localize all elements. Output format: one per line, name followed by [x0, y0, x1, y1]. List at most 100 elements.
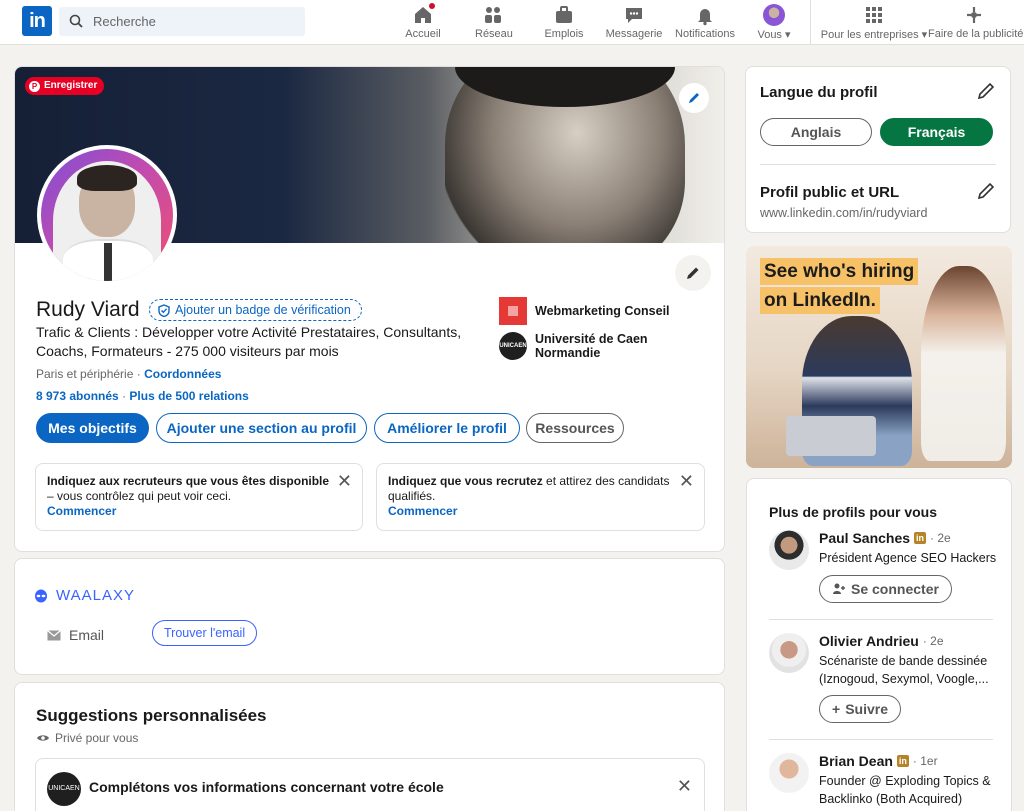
avatar[interactable] — [769, 633, 809, 673]
more-profiles-title: Plus de profils pour vous — [769, 504, 938, 520]
profile-settings-card: Langue du profil Anglais Français Profil… — [745, 66, 1011, 233]
profile-location: Paris et périphérie — [36, 367, 134, 381]
profile-name[interactable]: Paul Sanches — [819, 530, 910, 546]
top-navigation: in Accueil Réseau Emplois Messagerie Not… — [0, 0, 1024, 45]
university-logo-icon: UNICAEN — [47, 772, 81, 806]
language-english-button[interactable]: Anglais — [760, 118, 872, 146]
connect-button[interactable]: Se connecter — [819, 575, 952, 603]
open-to-work-title: Indiquez aux recruteurs que vous êtes di… — [47, 474, 330, 488]
ad-headline-line1: See who's hiring — [760, 258, 919, 285]
follow-button[interactable]: + Suivre — [819, 695, 901, 723]
avatar[interactable] — [769, 753, 809, 793]
suggestion-item[interactable]: UNICAEN Complétons vos informations conc… — [35, 758, 705, 811]
open-to-work-start-link[interactable]: Commencer — [47, 504, 332, 519]
nav-advertise[interactable]: Faire de la publicité — [928, 4, 1023, 42]
followers-link[interactable]: 8 973 abonnés — [36, 389, 119, 403]
connection-degree: · 2e — [922, 634, 944, 648]
improve-profile-button[interactable]: Améliorer le profil — [374, 413, 520, 443]
profile-headline: Trafic & Clients : Développer votre Acti… — [36, 324, 462, 359]
envelope-icon — [47, 629, 61, 640]
nav-messaging[interactable]: Messagerie — [605, 4, 663, 42]
nav-home[interactable]: Accueil — [405, 1, 441, 42]
close-icon[interactable]: ✕ — [677, 776, 692, 797]
pencil-icon — [687, 267, 699, 279]
pinterest-icon: P — [29, 80, 40, 92]
public-profile-url[interactable]: www.linkedin.com/in/rudyviard — [760, 206, 927, 220]
nav-jobs[interactable]: Emplois — [544, 4, 584, 42]
pencil-icon[interactable] — [976, 181, 996, 201]
linkedin-logo-icon[interactable]: in — [22, 6, 52, 36]
profile-language-title: Langue du profil — [760, 84, 878, 101]
add-verification-badge-button[interactable]: Ajouter un badge de vérification — [149, 299, 362, 321]
separator-dot: · — [136, 367, 141, 381]
separator-dot: · — [122, 389, 127, 403]
profile-name[interactable]: Brian Dean — [819, 753, 893, 769]
resources-button[interactable]: Ressources — [526, 413, 624, 443]
private-notice: Privé pour vous — [36, 731, 138, 745]
ad-person-photo — [921, 266, 1006, 461]
nav-messaging-label: Messagerie — [605, 28, 663, 40]
connection-degree: · 2e — [930, 531, 951, 545]
nav-notifications[interactable]: Notifications — [674, 4, 736, 42]
search-icon — [69, 14, 83, 28]
more-profiles-card: Plus de profils pour vous Paul Sanches i… — [746, 478, 1012, 811]
university-logo-icon: UNICAEN — [499, 332, 527, 360]
open-to-work-card: Indiquez aux recruteurs que vous êtes di… — [35, 463, 363, 531]
shield-check-icon — [158, 303, 170, 317]
experience-company[interactable]: Webmarketing Conseil — [499, 297, 670, 325]
chevron-down-icon: ▾ — [921, 29, 928, 41]
language-french-button[interactable]: Français — [880, 118, 993, 146]
verify-badge-label: Ajouter un badge de vérification — [175, 303, 351, 317]
hiring-start-link[interactable]: Commencer — [388, 504, 674, 519]
find-email-button[interactable]: Trouver l'email — [152, 620, 258, 646]
grid-icon — [863, 4, 885, 26]
connect-button-label: Se connecter — [851, 581, 939, 597]
pencil-icon[interactable] — [976, 81, 996, 101]
education-school[interactable]: UNICAEN Université de Caen Normandie — [499, 332, 669, 360]
public-profile-title: Profil public et URL — [760, 184, 900, 201]
avatar[interactable] — [769, 530, 809, 570]
nav-notifications-label: Notifications — [675, 28, 735, 40]
photo-tie — [104, 243, 112, 281]
search-bar[interactable] — [59, 7, 305, 36]
nav-business[interactable]: Pour les entreprises ▾ — [820, 4, 928, 42]
close-icon[interactable]: ✕ — [337, 472, 352, 490]
hiring-ad-banner[interactable]: See who's hiring on LinkedIn. — [746, 246, 1012, 468]
my-goals-button[interactable]: Mes objectifs — [36, 413, 149, 443]
premium-badge-icon: in — [914, 532, 927, 544]
contact-info-link[interactable]: Coordonnées — [144, 367, 221, 381]
pencil-icon — [689, 93, 699, 103]
pinterest-save-label: Enregistrer — [44, 80, 98, 91]
divider — [769, 739, 993, 740]
profile-name[interactable]: Olivier Andrieu — [819, 633, 919, 649]
pinterest-save-button[interactable]: P Enregistrer — [25, 77, 105, 95]
notification-dot — [427, 1, 437, 11]
company-name: Webmarketing Conseil — [535, 304, 670, 318]
search-input[interactable] — [93, 7, 293, 36]
add-profile-section-button[interactable]: Ajouter une section au profil — [156, 413, 367, 443]
suggestion-text: Complétons vos informations concernant v… — [89, 779, 444, 795]
ads-icon — [963, 4, 985, 26]
nav-network-label: Réseau — [475, 28, 513, 40]
connection-degree: · 1er — [912, 754, 938, 768]
profile-description: Founder @ Exploding Topics & Backlinko (… — [819, 774, 991, 806]
bell-icon — [694, 4, 716, 26]
nav-network[interactable]: Réseau — [475, 4, 513, 42]
edit-intro-button[interactable] — [675, 255, 711, 291]
avatar — [763, 4, 785, 26]
connections-link[interactable]: Plus de 500 relations — [129, 389, 248, 403]
edit-banner-button[interactable] — [679, 83, 709, 113]
jobs-icon — [553, 4, 575, 26]
photo-hair — [77, 165, 137, 191]
divider — [769, 619, 993, 620]
home-icon — [412, 1, 437, 26]
open-to-work-text: – vous contrôlez qui peut voir ceci. — [47, 489, 232, 503]
nav-me[interactable]: Vous ▾ — [752, 4, 796, 42]
alien-icon — [35, 589, 47, 602]
profile-photo[interactable] — [37, 145, 177, 285]
profile-stats: 8 973 abonnés · Plus de 500 relations — [36, 389, 249, 403]
ad-laptop-photo — [786, 416, 876, 456]
nav-business-label: Pour les entreprises — [820, 29, 919, 41]
close-icon[interactable]: ✕ — [679, 472, 694, 490]
nav-jobs-label: Emplois — [544, 28, 584, 40]
